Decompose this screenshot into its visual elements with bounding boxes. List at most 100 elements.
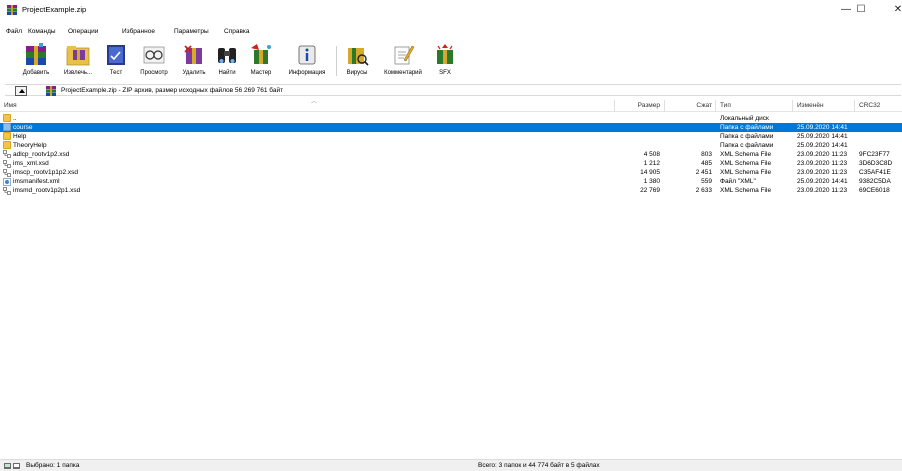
column-divider[interactable] — [664, 100, 665, 112]
selection-status: Выбрано: 1 папка — [26, 462, 80, 469]
up-folder-button[interactable] — [15, 86, 27, 96]
extract-button[interactable]: Извлечь... — [58, 42, 98, 82]
menu-operations[interactable]: Операции — [68, 28, 98, 35]
schema-file-icon — [3, 150, 11, 159]
find-label: Найти — [218, 70, 236, 76]
column-header-row: Имя Размер Сжат Тип Изменён CRC32 — [0, 100, 902, 112]
file-type: Папка с файлами — [720, 132, 774, 140]
file-type: XML Schema File — [720, 160, 772, 167]
file-type: XML Schema File — [720, 150, 772, 158]
file-size: 4 508 — [643, 150, 660, 158]
file-name: .. — [13, 114, 17, 122]
file-modified: 25.09.2020 14:41 — [797, 132, 848, 140]
file-modified: 23.09.2020 11:23 — [797, 150, 848, 158]
schema-file-icon — [3, 159, 11, 168]
wizard-button[interactable]: Мастер — [244, 42, 278, 82]
toolbar: Добавить Извлечь... Тест Просмотр Удалит… — [0, 42, 902, 82]
test-button[interactable]: Тест — [102, 42, 130, 82]
info-label: Информация — [288, 70, 326, 76]
file-packed-size: 2 451 — [695, 169, 712, 177]
delete-icon — [184, 45, 202, 64]
menu-help[interactable]: Справка — [224, 28, 250, 35]
file-type: Файл "XML" — [720, 178, 756, 186]
column-size[interactable]: Размер — [610, 102, 660, 109]
file-name: course — [13, 123, 33, 131]
sfx-button[interactable]: SFX — [432, 42, 458, 82]
file-name: imscp_rootv1p1p2.xsd — [13, 169, 79, 177]
view-label: Просмотр — [140, 70, 168, 76]
column-divider[interactable] — [792, 100, 793, 112]
info-button[interactable]: Информация — [282, 42, 332, 82]
title-bar: ProjectExample.zip — ☐ ✕ — [0, 0, 902, 22]
folder-icon — [3, 141, 11, 150]
find-binoculars-icon — [218, 48, 236, 63]
column-divider[interactable] — [854, 100, 855, 112]
column-packed[interactable]: Сжат — [664, 102, 712, 109]
comment-button[interactable]: Комментарий — [376, 42, 430, 82]
file-type: XML Schema File — [720, 187, 772, 195]
virus-scan-icon — [348, 48, 369, 66]
file-type: XML Schema File — [720, 169, 772, 177]
close-button[interactable]: ✕ — [892, 3, 902, 17]
table-row[interactable]: ims_xml.xsd 1 212 485 XML Schema File 23.09.… — [0, 159, 902, 169]
maximize-button[interactable]: ☐ — [851, 3, 871, 17]
table-row[interactable]: TheoryHelp Папка с файлами 25.09.2020 14:4… — [0, 141, 902, 150]
test-book-icon — [107, 45, 125, 65]
table-row[interactable]: imscp_rootv1p1p2.xsd 14 905 2 451 XML Schem… — [0, 168, 902, 178]
add-archive-icon — [26, 43, 46, 65]
file-name: adlcp_rootv1p2.xsd — [13, 150, 70, 158]
table-row[interactable]: imsmanifest.xml 1 380 559 Файл "XML" 25.09.2… — [0, 177, 902, 187]
table-row[interactable]: course Папка с файлами 25.09.2020 14:41 — [0, 123, 902, 133]
file-name: Help — [13, 132, 27, 140]
menu-commands[interactable]: Команды — [28, 28, 56, 35]
file-type: Папка с файлами — [720, 141, 774, 149]
file-modified: 23.09.2020 11:23 — [797, 187, 848, 195]
file-crc: C35AF41E — [859, 169, 891, 177]
view-glasses-icon — [143, 46, 165, 64]
column-modified[interactable]: Изменён — [797, 102, 824, 109]
find-button[interactable]: Найти — [212, 42, 242, 82]
table-row[interactable]: Help Папка с файлами 25.09.2020 14:41 — [0, 132, 902, 141]
column-name[interactable]: Имя — [4, 102, 17, 109]
archive-path: ProjectExample.zip - ZIP архив, размер и… — [61, 87, 284, 94]
folder-icon — [3, 123, 11, 132]
table-row[interactable]: .. Локальный диск — [0, 114, 902, 123]
column-type[interactable]: Тип — [720, 102, 731, 109]
total-status: Всего: 3 папок и 44 774 байт в 5 файлах — [478, 462, 600, 469]
menu-favorites[interactable]: Избранное — [122, 28, 155, 35]
column-divider[interactable] — [614, 100, 615, 112]
toolbar-separator — [336, 46, 337, 76]
file-modified: 23.09.2020 11:23 — [797, 169, 848, 177]
file-crc: 9FC23F77 — [859, 150, 890, 158]
file-modified: 25.09.2020 14:41 — [797, 141, 848, 149]
file-name: ims_xml.xsd — [13, 160, 49, 167]
virus-scan-button[interactable]: Вирусы — [340, 42, 374, 82]
delete-button[interactable]: Удалить — [178, 42, 210, 82]
test-label: Тест — [109, 70, 123, 76]
virus-scan-label: Вирусы — [346, 70, 368, 76]
add-button[interactable]: Добавить — [18, 42, 54, 82]
file-type: Локальный диск — [720, 114, 769, 122]
wizard-label: Мастер — [250, 70, 272, 76]
menu-bar: Файл Команды Операции Избранное Параметр… — [0, 28, 902, 39]
file-crc: 3D6D3C8D — [859, 160, 893, 167]
comment-icon — [394, 45, 415, 65]
sfx-icon — [437, 44, 453, 64]
file-size: 1 380 — [643, 178, 660, 186]
file-crc: 69CE6018 — [859, 187, 890, 195]
column-crc[interactable]: CRC32 — [859, 102, 880, 109]
archive-icon — [46, 86, 56, 96]
table-row[interactable]: imsmd_rootv1p2p1.xsd 22 769 2 633 XML Schem… — [0, 186, 902, 196]
file-modified: 25.09.2020 14:41 — [797, 123, 848, 131]
drive-status-icon — [4, 463, 20, 469]
table-row[interactable]: adlcp_rootv1p2.xsd 4 508 803 XML Schema Fil… — [0, 150, 902, 159]
view-button[interactable]: Просмотр — [134, 42, 174, 82]
winrar-app-icon — [7, 5, 17, 15]
path-bar: ProjectExample.zip - ZIP архив, размер и… — [5, 84, 901, 96]
column-divider[interactable] — [715, 100, 716, 112]
menu-options[interactable]: Параметры — [174, 28, 209, 35]
delete-label: Удалить — [182, 70, 206, 76]
extract-label: Извлечь... — [63, 70, 92, 76]
wizard-icon — [251, 44, 271, 64]
menu-file[interactable]: Файл — [6, 28, 22, 35]
